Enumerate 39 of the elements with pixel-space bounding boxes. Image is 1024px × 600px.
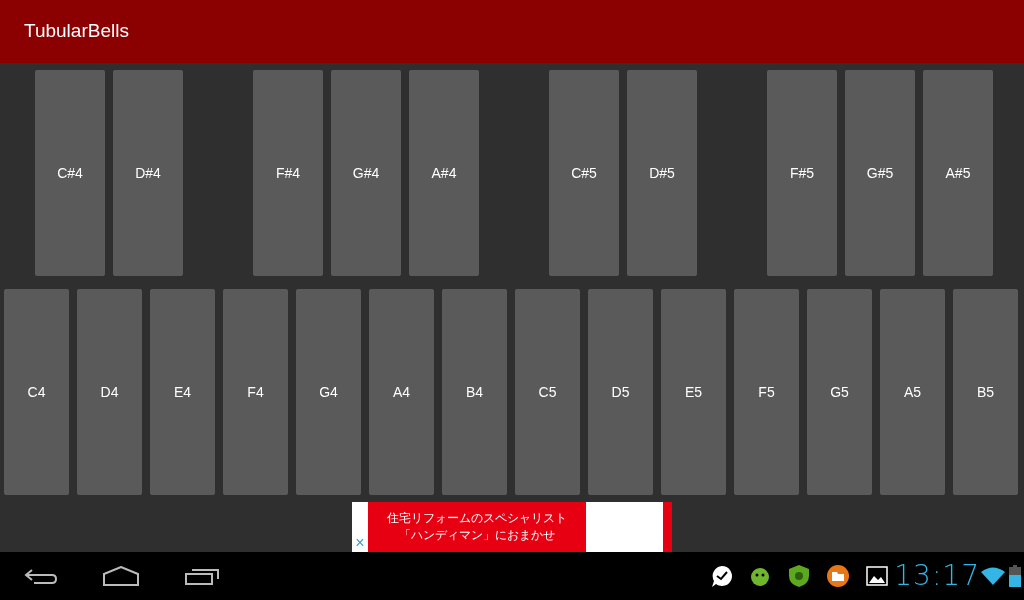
bell-key[interactable]: D#4: [113, 70, 183, 276]
battery-icon: [1009, 565, 1021, 587]
bell-key[interactable]: G4: [296, 289, 361, 495]
bell-key[interactable]: E4: [150, 289, 215, 495]
recent-apps-icon[interactable]: [184, 567, 220, 585]
bell-key[interactable]: G5: [807, 289, 872, 495]
wifi-icon: [980, 566, 1006, 586]
bell-key[interactable]: D#5: [627, 70, 697, 276]
bell-key[interactable]: F#4: [253, 70, 323, 276]
ad-banner[interactable]: × 住宅リフォームのスペシャリスト 「ハンディマン」におまかせ: [352, 502, 672, 552]
home-icon[interactable]: [102, 566, 140, 586]
back-icon[interactable]: [24, 567, 58, 585]
bell-key[interactable]: G#5: [845, 70, 915, 276]
bell-key[interactable]: C#5: [549, 70, 619, 276]
ad-text: 「ハンディマン」におまかせ: [399, 527, 555, 544]
bell-key[interactable]: F#5: [767, 70, 837, 276]
bell-key[interactable]: C5: [515, 289, 580, 495]
bell-key[interactable]: B5: [953, 289, 1018, 495]
image-icon[interactable]: [866, 566, 889, 586]
bell-key[interactable]: E5: [661, 289, 726, 495]
ad-text: 住宅リフォームのスペシャリスト: [387, 510, 567, 527]
bell-key[interactable]: A4: [369, 289, 434, 495]
ad-stripe: [663, 502, 672, 552]
bell-key[interactable]: C#4: [35, 70, 105, 276]
bell-key[interactable]: A#5: [923, 70, 993, 276]
folder-icon[interactable]: [826, 564, 851, 588]
bell-key[interactable]: F4: [223, 289, 288, 495]
bell-key[interactable]: D4: [77, 289, 142, 495]
bell-key[interactable]: C4: [4, 289, 69, 495]
bell-key[interactable]: A#4: [409, 70, 479, 276]
app-title: TubularBells: [24, 19, 129, 44]
bell-key[interactable]: D5: [588, 289, 653, 495]
chat-icon[interactable]: [710, 564, 735, 588]
clock: 13:17: [894, 562, 980, 590]
bell-key[interactable]: G#4: [331, 70, 401, 276]
bell-key[interactable]: B4: [442, 289, 507, 495]
shield-icon[interactable]: [788, 564, 811, 588]
bell-key[interactable]: A5: [880, 289, 945, 495]
bell-key[interactable]: F5: [734, 289, 799, 495]
